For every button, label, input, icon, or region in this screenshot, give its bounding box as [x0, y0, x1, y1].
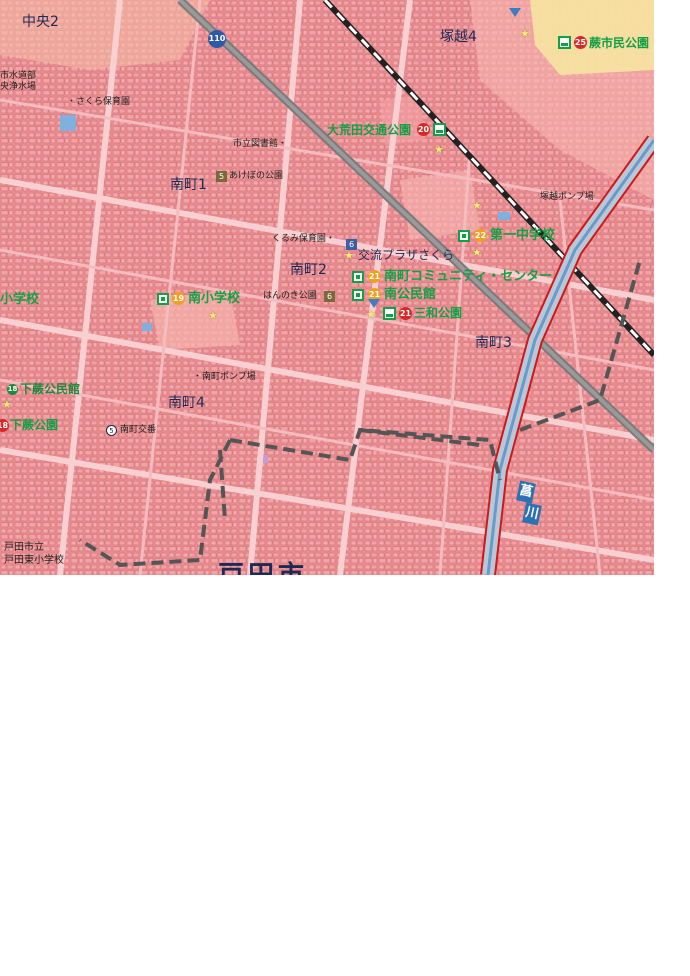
kurumi-nursery-label: くるみ保育園・: [272, 234, 335, 244]
school-label-left: 小学校: [0, 292, 40, 307]
hazard-map: 中央2 塚越4 南町1 南町2 南町3 南町4 戸田市 110 市水道部 央浄水…: [0, 0, 654, 575]
pump-tsukagoshi-label: 塚越ポンプ場: [540, 192, 594, 202]
route-110-icon: 110: [208, 30, 226, 48]
koban-icon: 5: [106, 425, 117, 436]
star-icon: ★: [208, 309, 218, 322]
shelter-label-daiichi-junior-high: 第一中学校: [490, 228, 556, 243]
city-label: 戸田市: [218, 555, 308, 575]
triangle-marker-icon: [509, 8, 521, 17]
shelter-label-shimowarabi-kominkan: 下蕨公民館: [20, 382, 81, 396]
water-plant-label-1: 市水道部: [0, 71, 37, 81]
koryu-plaza-label: 交流プラザさくら: [358, 248, 455, 262]
town-label-minamicho4: 南町4: [168, 395, 205, 411]
akebono-park-icon: 5: [216, 171, 227, 182]
hannoki-park-icon: 6: [324, 291, 335, 302]
shelter-label-oarata-park: 大荒田交通公園: [327, 123, 412, 137]
koban-label: 南町交番: [120, 425, 157, 435]
school-shelter-icon: [157, 293, 169, 305]
shelter-label-warabi-park: 蕨市民公園: [589, 36, 650, 50]
shelter-label-shimowarabi-park: 下蕨公園: [10, 418, 59, 432]
town-label-minamicho1: 南町1: [170, 177, 207, 193]
library-label: 市立図書館・: [233, 139, 288, 149]
shelter-label-minamicho-community-center: 南町コミュニティ・センター: [384, 269, 553, 284]
star-icon: ★: [2, 398, 12, 411]
shelter-label-sanwa-park: 三和公園: [414, 306, 463, 320]
hannoki-park-label: はんのき公園: [263, 291, 317, 301]
town-label-minamicho2: 南町2: [290, 262, 327, 278]
star-icon: ★: [434, 143, 444, 156]
town-label-chuo2: 中央2: [22, 14, 59, 30]
sakura-nursery-label: ・さくら保育園: [67, 97, 131, 107]
town-label-minamicho3: 南町3: [475, 335, 512, 351]
shelter-label-minami-kominkan: 南公民館: [384, 287, 437, 302]
map-background: [0, 0, 654, 575]
triangle-marker-icon: [368, 299, 380, 308]
community-center-shelter-icon: [352, 271, 364, 283]
water-plant-label-2: 央浄水場: [0, 82, 37, 92]
park-shelter-icon: [558, 36, 571, 49]
shelter-number-badge: 21: [399, 307, 412, 320]
shelter-number-badge: 20: [417, 123, 430, 136]
shelter-number-badge: 18: [7, 384, 18, 395]
toda-school-label-2: 戸田東小学校: [4, 555, 64, 566]
star-icon: ★: [520, 27, 530, 40]
shelter-label-minami-elementary: 南小学校: [188, 291, 241, 306]
town-label-tsukagoshi4: 塚越4: [440, 29, 477, 45]
shelter-number-badge: 19: [172, 292, 185, 305]
shelter-number-badge: 21: [368, 270, 381, 283]
star-icon: ★: [472, 199, 482, 212]
kominkan-shelter-icon: [352, 289, 364, 301]
park-shelter-icon: [383, 307, 396, 320]
pump-minami-label: ・南町ポンプ場: [193, 372, 256, 382]
toda-school-label-1: 戸田市立: [4, 542, 44, 553]
shelter-number-badge: 25: [574, 36, 587, 49]
akebono-park-label: あけぼの公園: [229, 171, 284, 181]
shelter-number-badge: 22: [474, 229, 487, 242]
school-shelter-icon: [458, 230, 470, 242]
star-icon: ★: [366, 308, 376, 321]
star-icon: ★: [344, 249, 354, 262]
star-icon: ★: [472, 246, 482, 259]
park-shelter-icon: [433, 123, 446, 136]
